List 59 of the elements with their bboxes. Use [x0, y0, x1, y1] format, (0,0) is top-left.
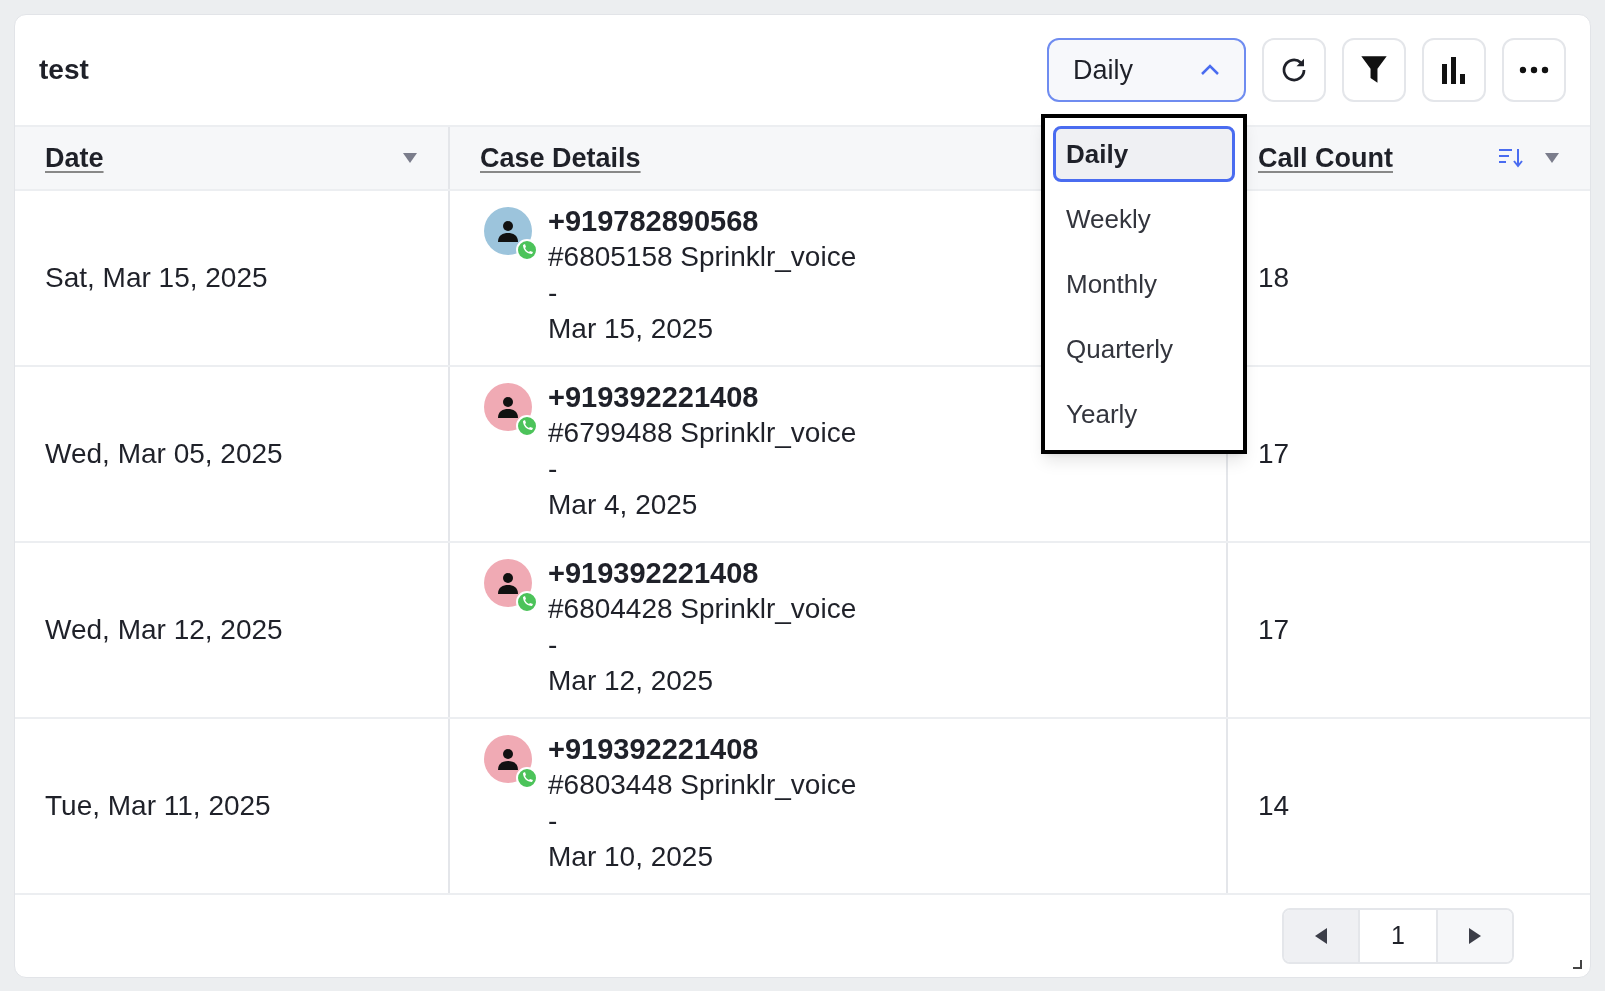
menu-item[interactable]: Yearly [1053, 386, 1235, 442]
chart-button[interactable] [1422, 38, 1486, 102]
date-cell-text: Sat, Mar 15, 2025 [45, 261, 268, 295]
call-count-cell-text: 14 [1258, 789, 1290, 823]
case-date: Mar 12, 2025 [548, 664, 714, 698]
separator-text: - [548, 452, 558, 486]
case-date: Mar 10, 2025 [548, 840, 714, 874]
separator-text: - [548, 804, 558, 838]
column-header[interactable]: Call Count [1258, 137, 1393, 179]
bar-chart-icon [1441, 56, 1467, 84]
phone-badge-icon [516, 415, 538, 437]
menu-item[interactable]: Daily [1053, 126, 1235, 182]
triangle-right-icon [1468, 927, 1482, 945]
person-icon [496, 220, 520, 242]
separator-text: - [548, 276, 558, 310]
phone-badge-icon [516, 239, 538, 261]
person-icon [496, 572, 520, 594]
case-title: #6803448 Sprinklr_voice [548, 768, 857, 802]
filter-icon [1360, 55, 1388, 85]
date-cell-text: Wed, Mar 12, 2025 [45, 613, 283, 647]
sort-icon[interactable] [1498, 147, 1524, 169]
case-title: #6804428 Sprinklr_voice [548, 592, 857, 626]
triangle-left-icon [1314, 927, 1328, 945]
person-icon [496, 396, 520, 418]
column-header[interactable]: Date [45, 137, 104, 179]
date-cell-text: Tue, Mar 11, 2025 [45, 789, 271, 823]
menu-item[interactable]: Quarterly [1053, 321, 1235, 377]
caret-down-icon[interactable] [1544, 152, 1560, 164]
previous-page-button[interactable] [1284, 910, 1358, 962]
phone-number: +919392221408 [548, 732, 760, 767]
call-count-cell-text: 17 [1258, 437, 1290, 471]
menu-item[interactable]: Monthly [1053, 256, 1235, 312]
next-page-button[interactable] [1438, 910, 1512, 962]
phone-badge-icon [516, 591, 538, 613]
caret-down-icon[interactable] [402, 152, 418, 164]
case-date: Mar 15, 2025 [548, 312, 714, 346]
filter-button[interactable] [1342, 38, 1406, 102]
period-select[interactable]: Daily [1047, 38, 1246, 102]
case-title: #6799488 Sprinklr_voice [548, 416, 857, 450]
column-header[interactable]: Case Details [480, 137, 641, 179]
more-icon [1519, 66, 1549, 74]
widget-title: test [39, 53, 89, 87]
call-count-cell-text: 17 [1258, 613, 1290, 647]
phone-badge-icon [516, 767, 538, 789]
phone-number: +919392221408 [548, 556, 760, 591]
resize-handle-icon [1572, 959, 1582, 969]
case-date: Mar 4, 2025 [548, 488, 699, 522]
case-title: #6805158 Sprinklr_voice [548, 240, 857, 274]
separator-text: - [548, 628, 558, 662]
phone-number: +919782890568 [548, 204, 760, 239]
refresh-button[interactable] [1262, 38, 1326, 102]
date-cell-text: Wed, Mar 05, 2025 [45, 437, 283, 471]
phone-number: +919392221408 [548, 380, 760, 415]
call-count-cell-text: 18 [1258, 261, 1290, 295]
page-number[interactable]: 1 [1358, 910, 1438, 962]
more-button[interactable] [1502, 38, 1566, 102]
chevron-up-icon [1200, 64, 1220, 76]
person-icon [496, 748, 520, 770]
menu-item[interactable]: Weekly [1053, 191, 1235, 247]
